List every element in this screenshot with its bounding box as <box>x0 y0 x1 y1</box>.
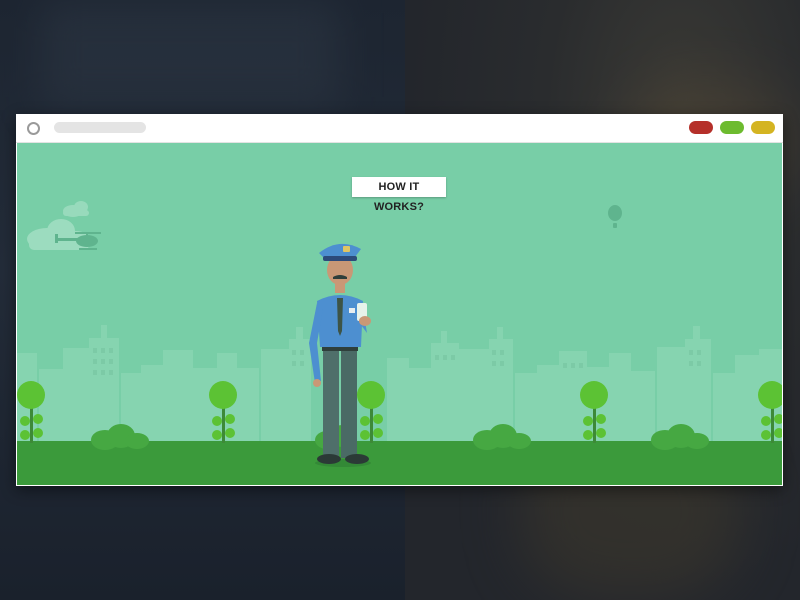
browser-window: HOW IT WORKS? <box>16 114 783 486</box>
how-it-works-button[interactable]: HOW IT WORKS? <box>352 177 446 213</box>
address-bar[interactable] <box>54 122 146 133</box>
window-close-button[interactable] <box>689 121 713 134</box>
window-minimize-button[interactable] <box>720 121 744 134</box>
browser-titlebar <box>16 114 783 143</box>
background-blur-shape <box>40 0 340 110</box>
window-maximize-button[interactable] <box>751 121 775 134</box>
browser-menu-circle-icon[interactable] <box>27 122 40 135</box>
page-viewport: HOW IT WORKS? <box>17 143 782 485</box>
